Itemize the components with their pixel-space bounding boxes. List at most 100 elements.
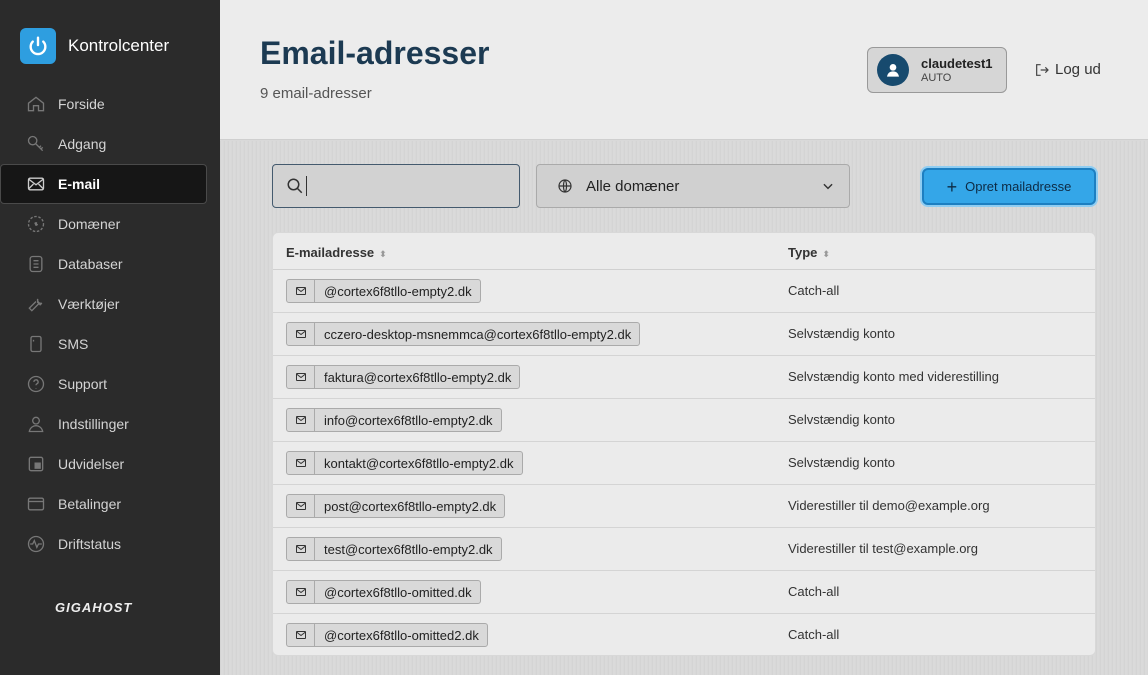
wrench-icon <box>25 293 47 315</box>
table-row[interactable]: @cortex6f8tllo-omitted.dk Catch-all <box>273 571 1095 614</box>
page-header: Email-adresser 9 email-adresser claudete… <box>220 0 1148 140</box>
mail-icon <box>287 581 315 603</box>
page-subtitle: 9 email-adresser <box>260 85 372 102</box>
email-chip[interactable]: kontakt@cortex6f8tllo-empty2.dk <box>286 451 523 475</box>
chevron-down-icon <box>823 183 833 190</box>
mail-icon <box>287 280 315 302</box>
home-icon <box>25 93 47 115</box>
email-address: cczero-desktop-msnemmca@cortex6f8tllo-em… <box>324 326 632 342</box>
sidebar-item-vaerktoejer[interactable]: Værktøjer <box>0 284 220 324</box>
email-type: Selvstændig konto <box>788 412 895 427</box>
sidebar-item-label: Adgang <box>58 136 107 152</box>
table-row[interactable]: kontakt@cortex6f8tllo-empty2.dk Selvstænd… <box>273 442 1095 485</box>
email-address: post@cortex6f8tllo-empty2.dk <box>324 498 497 514</box>
email-chip[interactable]: info@cortex6f8tllo-empty2.dk <box>286 408 502 432</box>
email-type: Selvstændig konto <box>788 455 895 470</box>
card-icon <box>25 493 47 515</box>
logout-label: Log ud <box>1055 61 1101 78</box>
mail-icon <box>287 323 315 345</box>
text-caret <box>306 176 307 196</box>
sidebar-item-support[interactable]: Support <box>0 364 220 404</box>
table-row[interactable]: test@cortex6f8tllo-empty2.dk Viderestille… <box>273 528 1095 571</box>
email-address: kontakt@cortex6f8tllo-empty2.dk <box>324 455 514 471</box>
email-chip[interactable]: @cortex6f8tllo-omitted.dk <box>286 580 481 604</box>
table-row[interactable]: faktura@cortex6f8tllo-empty2.dk Selvstænd… <box>273 356 1095 399</box>
table-header: E-mailadresse ⬍ Type ⬍ <box>273 233 1095 270</box>
domain-filter-select[interactable]: Alle domæner <box>536 164 850 208</box>
email-chip[interactable]: post@cortex6f8tllo-empty2.dk <box>286 494 506 518</box>
create-email-label: Opret mailadresse <box>965 179 1072 194</box>
email-type: Catch-all <box>788 627 840 642</box>
sidebar-item-label: SMS <box>58 336 89 352</box>
user-icon <box>25 413 47 435</box>
email-chip[interactable]: faktura@cortex6f8tllo-empty2.dk <box>286 365 521 389</box>
sidebar-item-label: Betalinger <box>58 496 122 512</box>
email-address: faktura@cortex6f8tllo-empty2.dk <box>324 369 512 385</box>
sidebar-item-label: Værktøjer <box>58 296 120 312</box>
email-chip[interactable]: @cortex6f8tllo-empty2.dk <box>286 279 481 303</box>
table-row[interactable]: @cortex6f8tllo-omitted2.dk Catch-all <box>273 614 1095 655</box>
sidebar-item-indstillinger[interactable]: Indstillinger <box>0 404 220 444</box>
phone-icon <box>25 333 47 355</box>
email-type: Selvstændig konto <box>788 326 895 341</box>
table-row[interactable]: cczero-desktop-msnemmca@cortex6f8tllo-em… <box>273 313 1095 356</box>
user-menu[interactable]: claudetest1 AUTO <box>867 47 1007 93</box>
email-chip[interactable]: test@cortex6f8tllo-empty2.dk <box>286 537 502 561</box>
email-chip[interactable]: @cortex6f8tllo-omitted2.dk <box>286 623 488 647</box>
email-chip[interactable]: cczero-desktop-msnemmca@cortex6f8tllo-em… <box>286 322 641 346</box>
pulse-icon <box>25 533 47 555</box>
email-address: test@cortex6f8tllo-empty2.dk <box>324 541 493 557</box>
mail-icon <box>287 452 315 474</box>
table-row[interactable]: post@cortex6f8tllo-empty2.dk Viderestille… <box>273 485 1095 528</box>
email-type: Viderestiller til test@example.org <box>788 541 978 556</box>
email-address: @cortex6f8tllo-omitted.dk <box>324 584 472 600</box>
search-box[interactable] <box>272 164 520 208</box>
globe-icon <box>558 179 572 193</box>
column-header-type[interactable]: Type ⬍ <box>788 245 830 260</box>
sort-icon: ⬍ <box>822 249 830 259</box>
column-header-email[interactable]: E-mailadresse ⬍ <box>286 245 387 260</box>
app-title: Kontrolcenter <box>68 36 170 55</box>
user-role: AUTO <box>921 72 952 84</box>
mail-icon <box>287 366 315 388</box>
sidebar-item-forside[interactable]: Forside <box>0 84 220 124</box>
table-row[interactable]: @cortex6f8tllo-empty2.dk Catch-all <box>273 270 1095 313</box>
user-icon <box>887 64 899 77</box>
create-email-button[interactable]: + Opret mailadresse <box>922 168 1096 205</box>
sidebar-item-label: Support <box>58 376 108 392</box>
search-input[interactable] <box>317 177 497 195</box>
sidebar-item-driftstatus[interactable]: Driftstatus <box>0 524 220 564</box>
page-title: Email-adresser <box>260 35 490 71</box>
sidebar-item-sms[interactable]: SMS <box>0 324 220 364</box>
brand[interactable]: Kontrolcenter <box>20 28 169 64</box>
sidebar-nav: Forside Adgang E-mail Domæner Databaser … <box>0 84 220 564</box>
sidebar-item-udvidelser[interactable]: Udvidelser <box>0 444 220 484</box>
email-type: Viderestiller til demo@example.org <box>788 498 990 513</box>
sidebar-item-databaser[interactable]: Databaser <box>0 244 220 284</box>
power-icon <box>20 28 56 64</box>
logout-button[interactable]: Log ud <box>1034 61 1101 78</box>
sidebar-item-label: E-mail <box>58 176 101 192</box>
sidebar-item-label: Domæner <box>58 216 121 232</box>
sidebar-item-domaener[interactable]: Domæner <box>0 204 220 244</box>
table-row[interactable]: info@cortex6f8tllo-empty2.dk Selvstændig … <box>273 399 1095 442</box>
main-content: Alle domæner + Opret mailadresse E-maila… <box>220 141 1148 675</box>
sidebar: Kontrolcenter Forside Adgang E-mail Domæ… <box>0 0 220 675</box>
email-address: info@cortex6f8tllo-empty2.dk <box>324 412 493 428</box>
domain-filter-value: Alle domæner <box>586 177 680 195</box>
sidebar-item-betalinger[interactable]: Betalinger <box>0 484 220 524</box>
email-table: E-mailadresse ⬍ Type ⬍ @cortex6f8tllo-empt… <box>272 232 1096 656</box>
footer-logo: GIGAHOST <box>55 600 133 615</box>
sidebar-item-label: Indstillinger <box>58 416 129 432</box>
search-icon <box>287 178 303 194</box>
extension-icon <box>25 453 47 475</box>
email-address: @cortex6f8tllo-omitted2.dk <box>324 627 479 643</box>
mail-icon <box>287 624 315 646</box>
sidebar-item-label: Udvidelser <box>58 456 125 472</box>
mail-icon <box>25 173 47 195</box>
sidebar-item-email[interactable]: E-mail <box>0 164 207 204</box>
sidebar-item-label: Databaser <box>58 256 123 272</box>
mail-icon <box>287 409 315 431</box>
help-icon <box>25 373 47 395</box>
sidebar-item-adgang[interactable]: Adgang <box>0 124 220 164</box>
